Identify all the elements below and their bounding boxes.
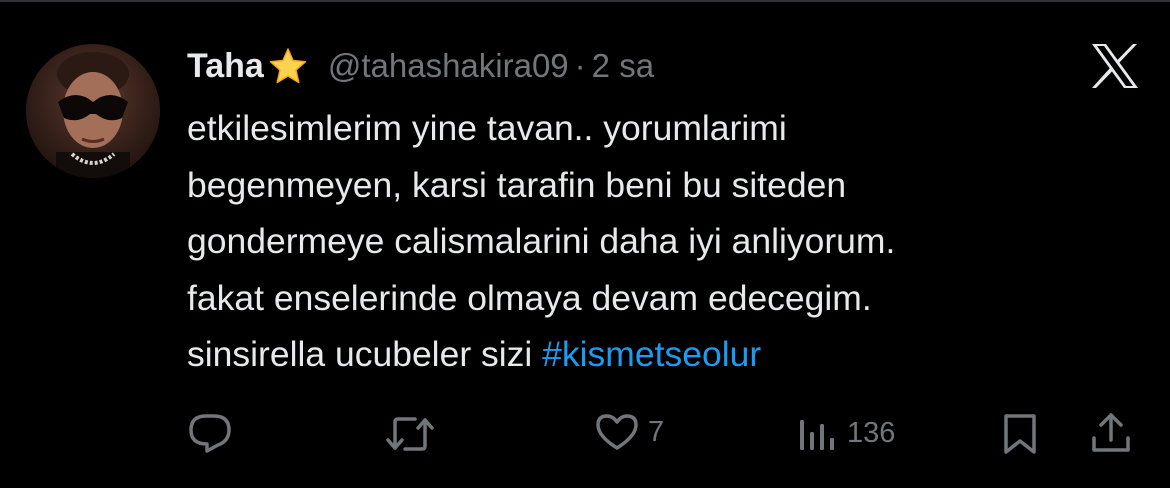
- share-icon: [1092, 413, 1130, 452]
- like-button[interactable]: 7: [594, 412, 664, 452]
- tweet-line: sinsirella ucubeler sizi: [187, 334, 533, 374]
- top-divider: [0, 0, 1170, 2]
- reply-icon: [189, 414, 231, 453]
- views-icon: [800, 420, 834, 450]
- star-emoji-icon: [268, 46, 308, 86]
- tweet-line-last: sinsirella ucubeler sizi #kismetseolur: [187, 326, 1137, 383]
- avatar[interactable]: [26, 44, 160, 178]
- timestamp[interactable]: 2 sa: [592, 47, 654, 85]
- retweet-icon: [386, 417, 434, 451]
- tweet-line: gondermeye calismalarini daha iyi anliyo…: [187, 221, 896, 261]
- tweet-line: etkilesimlerim yine tavan.. yorumlarimi: [187, 108, 787, 148]
- reply-button[interactable]: [187, 412, 233, 454]
- views-button[interactable]: 136: [797, 412, 895, 454]
- author-name[interactable]: Taha: [187, 47, 264, 86]
- heart-icon: [596, 414, 638, 450]
- share-button[interactable]: [1089, 410, 1133, 456]
- separator-dot: ·: [574, 47, 586, 84]
- author-handle[interactable]: @tahashakira09: [328, 47, 569, 85]
- tweet-line: begenmeyen, karsi tarafin beni bu sitede…: [187, 164, 847, 205]
- tweet-line: fakat enselerinde olmaya devam edecegim.: [187, 277, 872, 318]
- tweet-header: Taha @tahashakira09 · 2 sa: [187, 44, 654, 88]
- retweet-button[interactable]: [385, 414, 435, 454]
- hashtag-link[interactable]: #kismetseolur: [542, 334, 761, 374]
- views-count: 136: [847, 416, 896, 449]
- x-logo-icon: [1089, 42, 1141, 90]
- bookmark-button[interactable]: [1000, 412, 1040, 456]
- like-count: 7: [648, 415, 665, 448]
- bookmark-icon: [1004, 414, 1036, 454]
- tweet-text: etkilesimlerim yine tavan.. yorumlarimi …: [187, 100, 1137, 383]
- avatar-image: [26, 44, 160, 178]
- action-bar: 7 136: [0, 400, 1170, 464]
